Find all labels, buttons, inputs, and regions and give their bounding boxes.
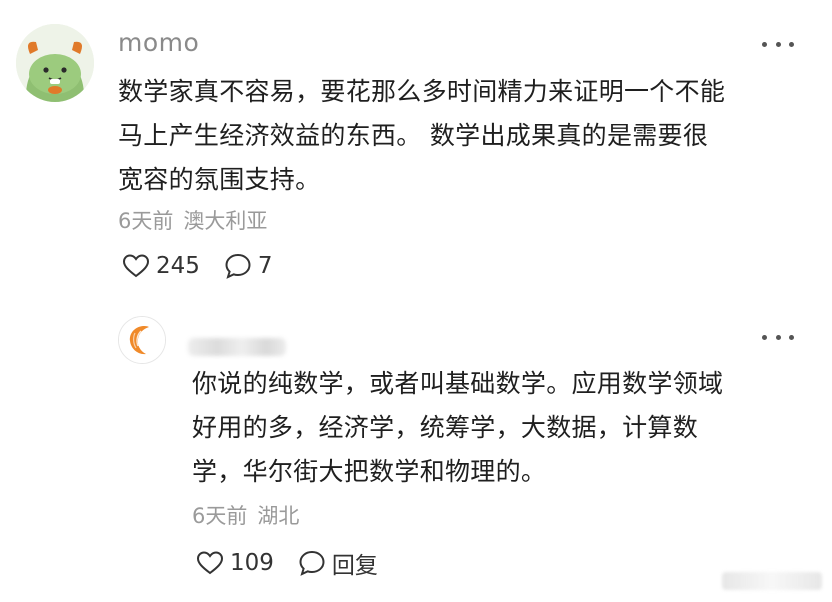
like-count: 109 bbox=[230, 550, 274, 576]
more-options-icon[interactable] bbox=[762, 330, 794, 344]
comment-line: 马上产生经济效益的东西。 数学出成果真的是需要很 bbox=[118, 121, 709, 150]
timestamp: 6天前 bbox=[118, 209, 174, 233]
reply-button[interactable]: 回复 bbox=[298, 546, 378, 580]
heart-outline-icon bbox=[196, 551, 224, 575]
reply-body: 你说的纯数学，或者叫基础数学。应用数学领域 好用的多，经济学，统筹学，大数据，计… bbox=[192, 362, 723, 494]
comment-body: 数学家真不容易，要花那么多时间精力来证明一个不能 马上产生经济效益的东西。 数学… bbox=[118, 70, 725, 202]
comment-count: 7 bbox=[257, 253, 273, 279]
reply-line: 好用的多，经济学，统筹学，大数据，计算数 bbox=[192, 413, 699, 442]
timestamp: 6天前 bbox=[192, 504, 248, 528]
like-count: 245 bbox=[156, 253, 200, 279]
comment-line: 数学家真不容易，要花那么多时间精力来证明一个不能 bbox=[118, 77, 726, 106]
location: 湖北 bbox=[257, 504, 300, 528]
speech-bubble-icon bbox=[299, 550, 325, 576]
more-options-icon[interactable] bbox=[762, 37, 794, 51]
comment-line: 宽容的氛围支持。 bbox=[118, 165, 321, 194]
reply-line: 你说的纯数学，或者叫基础数学。应用数学领域 bbox=[192, 369, 724, 398]
comment-meta: 6天前 澳大利亚 bbox=[118, 205, 267, 235]
reply-label: 回复 bbox=[331, 553, 378, 579]
like-button[interactable]: 109 bbox=[196, 549, 274, 577]
username-redacted[interactable] bbox=[188, 338, 286, 356]
username[interactable]: momo bbox=[118, 28, 199, 57]
speech-bubble-icon bbox=[225, 253, 251, 279]
reply-meta: 6天前 湖北 bbox=[192, 500, 299, 530]
comment-actions: 245 7 bbox=[122, 252, 273, 280]
like-button[interactable]: 245 bbox=[122, 252, 200, 280]
avatar[interactable] bbox=[118, 316, 166, 364]
comment-thread: momo 数学家真不容易，要花那么多时间精力来证明一个不能 马上产生经济效益的东… bbox=[0, 0, 832, 602]
reply-actions: 109 回复 bbox=[196, 546, 378, 580]
green-dragon-avatar-icon bbox=[16, 24, 94, 102]
croissant-avatar-icon bbox=[119, 317, 165, 363]
watermark bbox=[722, 572, 822, 590]
heart-outline-icon bbox=[122, 254, 150, 278]
reply-line: 学，华尔街大把数学和物理的。 bbox=[192, 457, 547, 486]
avatar[interactable] bbox=[16, 24, 94, 102]
location: 澳大利亚 bbox=[183, 209, 268, 233]
comment-button[interactable]: 7 bbox=[224, 252, 273, 280]
